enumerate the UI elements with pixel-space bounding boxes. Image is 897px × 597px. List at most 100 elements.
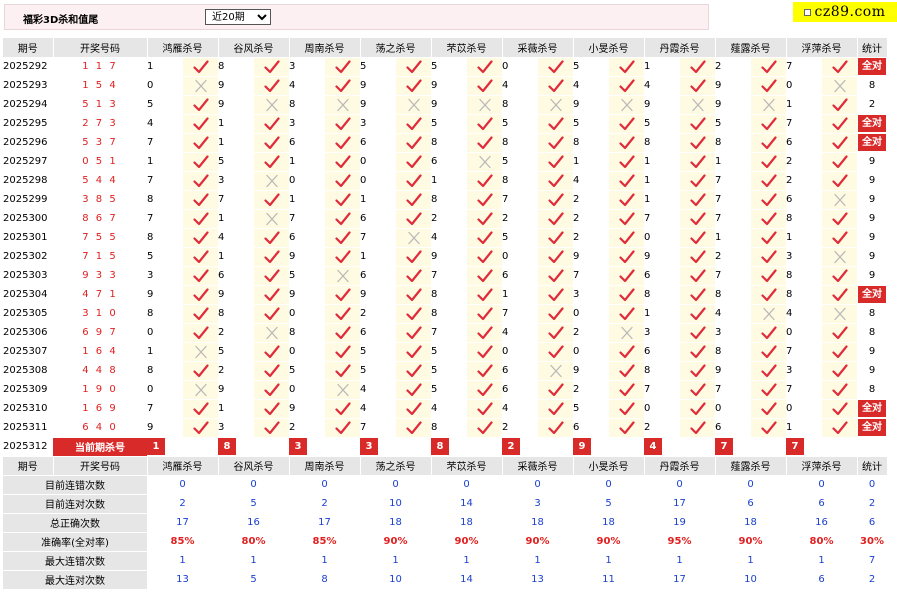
stat-cell: 8	[857, 323, 887, 343]
check-icon	[689, 135, 706, 149]
kill-number-cell: 4	[360, 380, 396, 400]
period-cell: 2025305	[3, 304, 53, 324]
kill-number-cell: 5	[289, 266, 325, 286]
kill-number-cell: 5	[360, 361, 396, 381]
check-icon	[476, 230, 493, 244]
kill-result-cell	[822, 266, 857, 286]
check-icon	[689, 116, 706, 130]
cross-icon	[194, 383, 207, 396]
kill-number-cell: 3	[715, 323, 751, 343]
kill-number-cell: 1	[786, 95, 822, 115]
kill-result-cell	[680, 76, 715, 96]
kill-number-cell: 7	[431, 266, 467, 286]
kill-result-cell	[467, 209, 502, 229]
logo-text: cz89.com	[814, 4, 886, 20]
cross-icon	[265, 212, 278, 225]
header-row: 期号 开奖号码 鸿雁杀号 谷风杀号 周南杀号 荡之杀号 芣苡杀号 采薇杀号 小旻杀号 丹霞杀号 薤露…	[3, 38, 888, 58]
kill-table: 期号 开奖号码 鸿雁杀号 谷风杀号 周南杀号 荡之杀号 芣苡杀号 采薇杀号 小旻杀号 丹霞杀号 薤露…	[3, 38, 888, 590]
stats-value: 10	[360, 570, 431, 590]
kill-number-cell: 4	[644, 76, 680, 96]
cross-icon	[265, 98, 278, 111]
stats-value: 80%	[786, 532, 857, 552]
kill-number-cell: 7	[715, 266, 751, 286]
kill-number-cell: 1	[715, 228, 751, 248]
stats-value: 16	[786, 513, 857, 533]
check-icon	[476, 173, 493, 187]
check-icon	[334, 306, 351, 320]
current-kill-cell: 9	[573, 437, 644, 457]
kill-result-cell	[325, 190, 360, 210]
kill-number-cell: 0	[573, 342, 609, 362]
kill-number-cell: 0	[360, 171, 396, 191]
kill-number-cell: 4	[289, 76, 325, 96]
all-correct-badge: 全对	[858, 419, 886, 436]
check-icon	[760, 287, 777, 301]
kill-number-cell: 8	[502, 133, 538, 153]
stat-cell: 9	[857, 171, 887, 191]
draw-number-cell: 1 9 0	[53, 380, 147, 400]
kill-number-cell: 8	[715, 342, 751, 362]
stats-value: 90%	[573, 532, 644, 552]
check-icon	[334, 287, 351, 301]
kill-result-cell	[609, 247, 644, 267]
cross-icon	[336, 98, 349, 111]
stats-value: 0	[218, 475, 289, 495]
kill-number-cell: 2	[573, 323, 609, 343]
kill-result-cell	[396, 361, 431, 381]
kill-result-cell	[467, 76, 502, 96]
kill-result-cell	[751, 114, 786, 134]
kill-result-cell	[822, 228, 857, 248]
kill-result-cell	[183, 266, 218, 286]
kill-number-cell: 5	[431, 342, 467, 362]
check-icon	[192, 401, 209, 415]
kill-result-cell	[467, 171, 502, 191]
period-cell: 2025304	[3, 285, 53, 305]
kill-number-cell: 8	[431, 285, 467, 305]
kill-number-cell: 0	[786, 399, 822, 419]
kill-number-cell: 4	[218, 228, 254, 248]
kill-result-cell	[538, 304, 573, 324]
check-icon	[263, 344, 280, 358]
kill-result-cell	[183, 399, 218, 419]
kill-result-cell	[609, 285, 644, 305]
kill-result-cell	[254, 247, 289, 267]
column-header: 谷风杀号	[218, 456, 290, 476]
kill-number-cell: 9	[289, 247, 325, 267]
stats-value: 1	[786, 551, 857, 571]
kill-number-cell: 8	[431, 190, 467, 210]
kill-number-cell: 8	[786, 285, 822, 305]
kill-number-cell: 6	[289, 133, 325, 153]
kill-number-cell: 7	[218, 190, 254, 210]
kill-result-cell	[680, 114, 715, 134]
check-icon	[618, 382, 635, 396]
stats-value: 90%	[360, 532, 431, 552]
kill-result-cell	[396, 418, 431, 438]
kill-number-cell: 1	[147, 152, 183, 172]
kill-result-cell	[183, 342, 218, 362]
period-cell: 2025309	[3, 380, 53, 400]
stats-value: 17	[644, 570, 715, 590]
check-icon	[192, 192, 209, 206]
draw-number-cell: 4 4 8	[53, 361, 147, 381]
check-icon	[405, 268, 422, 282]
stats-value: 18	[573, 513, 644, 533]
column-header: 薤露杀号	[715, 456, 787, 476]
column-header: 统计	[857, 38, 888, 58]
kill-result-cell	[609, 190, 644, 210]
kill-result-cell	[254, 228, 289, 248]
cross-icon	[620, 326, 633, 339]
stats-value: 18	[502, 513, 573, 533]
stat-cell: 9	[857, 209, 887, 229]
kill-result-cell	[325, 171, 360, 191]
kill-result-cell	[751, 209, 786, 229]
kill-result-cell	[467, 228, 502, 248]
kill-number-cell: 5	[431, 57, 467, 77]
kill-number-cell: 9	[715, 76, 751, 96]
stats-value: 13	[147, 570, 218, 590]
period-select[interactable]: 近20期	[205, 9, 271, 25]
kill-result-cell	[254, 190, 289, 210]
draw-number-cell: 6 4 0	[53, 418, 147, 438]
site-logo[interactable]: cz89.com	[793, 2, 897, 22]
kill-number-cell: 8	[573, 133, 609, 153]
all-correct-badge: 全对	[858, 400, 886, 417]
